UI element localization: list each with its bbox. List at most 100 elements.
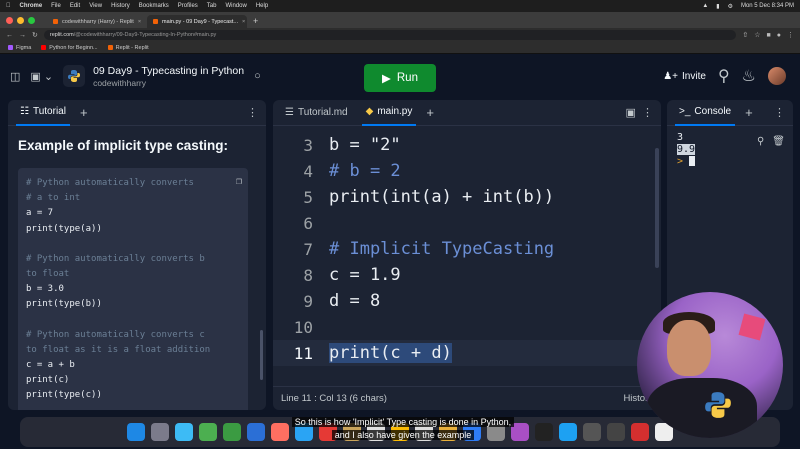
- dock-app-icon[interactable]: [583, 423, 601, 441]
- menu-app-name[interactable]: Chrome: [20, 3, 43, 9]
- line-number: 11: [293, 343, 313, 363]
- profile-avatar-icon[interactable]: ●: [777, 32, 781, 39]
- share-icon[interactable]: ⇧: [742, 31, 748, 39]
- more-options-icon[interactable]: ⋮: [247, 106, 258, 119]
- editor-line[interactable]: 7 # Implicit TypeCasting: [273, 236, 661, 262]
- dock-app-icon[interactable]: [247, 423, 265, 441]
- browser-tab-main-py[interactable]: main.py - 09 Day9 - Typecast... ×: [147, 15, 247, 28]
- menu-profiles[interactable]: Profiles: [178, 3, 198, 9]
- search-icon[interactable]: ⚲: [718, 66, 730, 86]
- tutorial-scrollbar[interactable]: [260, 330, 263, 380]
- caption-line-1: So this is how 'Implicit' Type casting i…: [291, 417, 515, 427]
- console-tools: ⚲ 🗑: [757, 136, 785, 147]
- console-tabbar: >_ Console + ⋮: [667, 100, 793, 126]
- clear-console-icon[interactable]: 🗑: [772, 136, 785, 147]
- bookmark-label: Python for Beginn...: [49, 44, 98, 51]
- menu-history[interactable]: History: [111, 3, 130, 9]
- editor-line[interactable]: 4 # b = 2: [273, 158, 661, 184]
- dock-app-icon[interactable]: [559, 423, 577, 441]
- code-editor[interactable]: 3 b = "2" 4 # b = 2 5 print(int(a) + int(b)) 6…: [273, 126, 661, 384]
- close-tab-icon[interactable]: ×: [242, 19, 245, 25]
- editor-line[interactable]: 5 print(int(a) + int(b)): [273, 184, 661, 210]
- dock-app-icon[interactable]: [607, 423, 625, 441]
- editor-line[interactable]: 10: [273, 314, 661, 340]
- reload-icon[interactable]: ↻: [32, 31, 38, 39]
- editor-layout-icon[interactable]: ▣ ⋮: [625, 106, 653, 119]
- minimize-window-button[interactable]: [17, 16, 24, 24]
- console-cursor: [689, 156, 696, 166]
- wifi-icon[interactable]: ▲: [702, 3, 708, 9]
- add-tab-button[interactable]: +: [426, 105, 434, 120]
- chrome-menu-icon[interactable]: ⋮: [787, 31, 794, 39]
- menu-view[interactable]: View: [89, 3, 102, 9]
- editor-line[interactable]: 11 print(c + d): [273, 340, 661, 366]
- run-button[interactable]: ▶ Run: [364, 64, 436, 92]
- sidebar-toggle-icon[interactable]: ◫: [10, 70, 20, 83]
- search-icon[interactable]: ⚲: [757, 136, 764, 147]
- editor-line[interactable]: 3 b = "2": [273, 132, 661, 158]
- dock-app-icon[interactable]: [199, 423, 217, 441]
- extensions-icon[interactable]: ■: [767, 32, 771, 39]
- browser-tab-profile[interactable]: codewithharry (Harry) - Replit ×: [47, 15, 147, 28]
- close-window-button[interactable]: [6, 16, 13, 24]
- tab-tutorial-md[interactable]: ☰ Tutorial.md: [281, 100, 352, 126]
- python-logo-icon: [703, 390, 733, 427]
- invite-button[interactable]: ♟+ Invite: [663, 71, 706, 82]
- editor-scrollbar[interactable]: [655, 148, 659, 268]
- tab-tutorial[interactable]: ☷ Tutorial: [16, 100, 70, 126]
- menu-window[interactable]: Window: [225, 3, 246, 9]
- editor-line[interactable]: 6: [273, 210, 661, 236]
- line-text: # Implicit TypeCasting: [329, 239, 555, 259]
- bookmark-figma[interactable]: Figma: [8, 45, 31, 51]
- tab-label: Console: [694, 106, 732, 117]
- dock-app-icon[interactable]: [127, 423, 145, 441]
- menu-file[interactable]: File: [51, 3, 61, 9]
- copy-icon[interactable]: ❐: [236, 174, 242, 189]
- tab-main-py[interactable]: ◆ main.py: [361, 100, 417, 126]
- repl-info[interactable]: 09 Day9 - Typecasting in Python codewith…: [93, 65, 244, 88]
- menu-tab[interactable]: Tab: [207, 3, 217, 9]
- menu-bookmarks[interactable]: Bookmarks: [139, 3, 169, 9]
- caption-line-2: and I also have given the example: [331, 430, 475, 440]
- editor-line[interactable]: 9 d = 8: [273, 288, 661, 314]
- dock-app-icon[interactable]: [175, 423, 193, 441]
- add-tab-button[interactable]: +: [745, 105, 753, 120]
- presenter-face: [667, 320, 711, 376]
- battery-icon[interactable]: ▮: [716, 3, 719, 10]
- dock-app-icon[interactable]: [535, 423, 553, 441]
- maximize-window-button[interactable]: [28, 16, 35, 24]
- back-icon[interactable]: ←: [6, 32, 13, 39]
- address-bar[interactable]: replit.com/@codewithharry/09-Day9-Typeca…: [43, 30, 737, 40]
- notifications-bell-icon[interactable]: ♨: [742, 66, 756, 86]
- more-options-icon[interactable]: ⋮: [774, 106, 785, 119]
- line-text: print(int(a) + int(b)): [329, 187, 555, 207]
- control-center-icon[interactable]: ⚙: [728, 3, 733, 10]
- replit-icon: [107, 45, 113, 50]
- invite-label: Invite: [682, 70, 706, 82]
- editor-line[interactable]: 8 c = 1.9: [273, 262, 661, 288]
- repl-info-icon[interactable]: ○: [254, 70, 261, 82]
- code-comment-line: # a to int: [26, 193, 81, 204]
- add-tab-button[interactable]: +: [80, 105, 88, 120]
- tab-console[interactable]: >_ Console: [675, 100, 736, 126]
- apple-icon[interactable]: : [6, 3, 11, 9]
- line-number: 4: [303, 161, 313, 181]
- bookmark-replit[interactable]: Replit - Replit: [107, 45, 149, 51]
- menubar-clock[interactable]: Mon 5 Dec 8:34 PM: [741, 3, 794, 9]
- bookmark-star-icon[interactable]: ☆: [754, 31, 760, 39]
- user-avatar[interactable]: [768, 67, 786, 85]
- code-comment-line: # Python automatically converts b: [26, 253, 205, 264]
- code-line: print(type(a)): [26, 223, 102, 234]
- dock-app-icon[interactable]: [151, 423, 169, 441]
- close-tab-icon[interactable]: ×: [138, 19, 141, 25]
- menu-edit[interactable]: Edit: [70, 3, 80, 9]
- forward-icon[interactable]: →: [19, 32, 26, 39]
- bookmark-python-beginners[interactable]: Python for Beginn...: [41, 44, 98, 51]
- menu-help[interactable]: Help: [256, 3, 268, 9]
- new-tab-button[interactable]: +: [253, 15, 258, 28]
- dock-app-icon[interactable]: [223, 423, 241, 441]
- replit-logo-icon[interactable]: ▣ ⌄: [30, 70, 53, 83]
- header-actions: ♟+ Invite ⚲ ♨: [663, 66, 786, 86]
- console-output[interactable]: 3 9.9 >: [667, 126, 793, 174]
